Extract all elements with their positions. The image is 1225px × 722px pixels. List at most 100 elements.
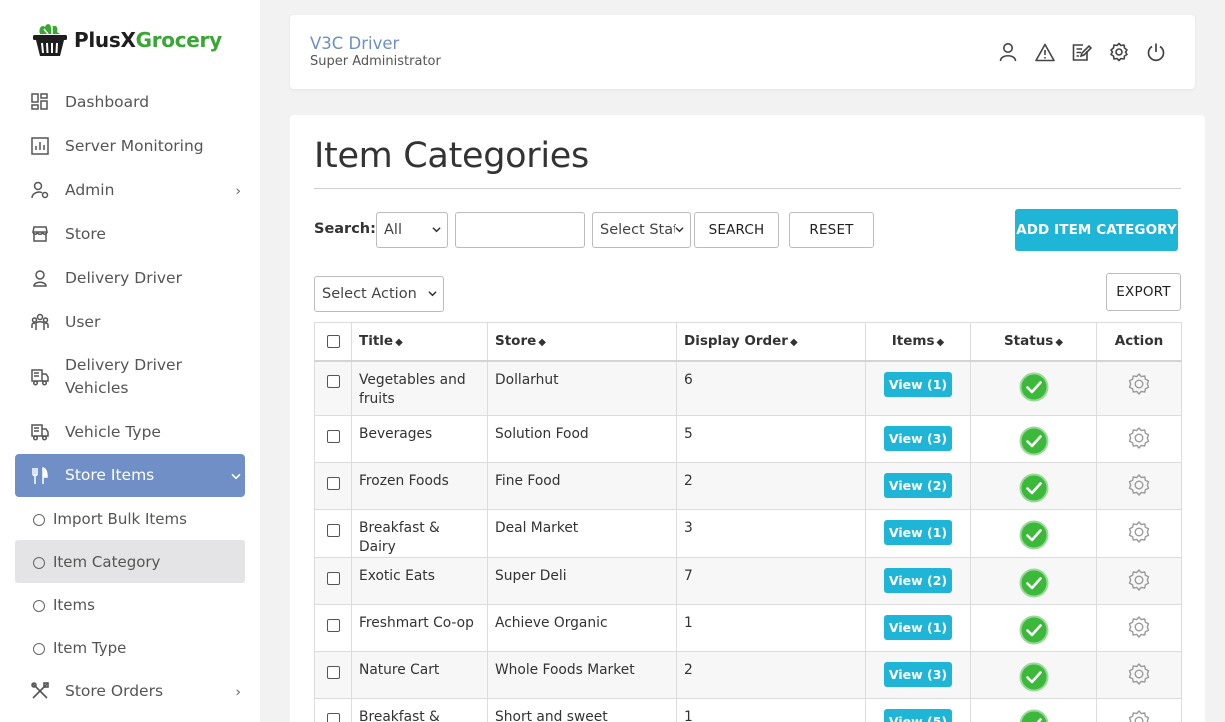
sidebar-subitem-items[interactable]: Items (15, 583, 245, 626)
sidebar: PlusXGrocery Dashboard Server Monitoring… (0, 0, 260, 722)
sidebar-subitem-item-type[interactable]: Item Type (15, 626, 245, 669)
check-circle-icon[interactable] (1019, 473, 1049, 503)
status-cell (970, 462, 1097, 510)
gear-icon[interactable] (1126, 662, 1152, 688)
sidebar-item-dashboard[interactable]: Dashboard (15, 80, 245, 124)
row-checkbox[interactable] (326, 571, 340, 585)
circle-icon (33, 556, 45, 569)
sidebar-item-store[interactable]: Store (15, 212, 245, 256)
status-select[interactable]: Select Stat (592, 212, 691, 248)
view-items-button[interactable]: View (5) (883, 709, 953, 722)
column-header-status[interactable]: Status ◆ (970, 322, 1097, 362)
row-checkbox[interactable] (326, 429, 340, 443)
sidebar-item-user[interactable]: User (15, 300, 245, 344)
row-checkbox[interactable] (326, 523, 340, 537)
circle-icon (33, 642, 45, 655)
main-content: Item Categories Search: All Select Stat … (290, 115, 1205, 722)
store-icon (30, 224, 50, 244)
bulk-action-select[interactable]: Select Action (314, 276, 444, 312)
row-checkbox-cell (314, 509, 352, 558)
settings-icon[interactable] (1108, 41, 1130, 63)
view-items-button[interactable]: View (1) (883, 371, 953, 397)
check-circle-icon[interactable] (1019, 568, 1049, 598)
power-icon[interactable] (1145, 41, 1167, 63)
view-items-button[interactable]: View (1) (883, 520, 953, 545)
profile-icon[interactable] (997, 41, 1019, 63)
search-button[interactable]: SEARCH (694, 212, 779, 248)
column-header-action: Action (1096, 322, 1182, 362)
reset-button[interactable]: RESET (789, 212, 874, 248)
column-header-title[interactable]: Title ◆ (351, 322, 488, 362)
store-cell: Achieve Organic (487, 604, 677, 652)
display-order-cell: 2 (676, 651, 866, 699)
view-items-button[interactable]: View (3) (883, 662, 953, 687)
sidebar-item-delivery-driver[interactable]: Delivery Driver (15, 256, 245, 300)
export-button[interactable]: EXPORT (1106, 273, 1181, 311)
action-cell (1096, 462, 1182, 510)
gear-icon[interactable] (1126, 709, 1152, 722)
view-items-button[interactable]: View (1) (883, 615, 953, 640)
view-items-button[interactable]: View (3) (883, 426, 953, 451)
items-cell: View (1) (865, 509, 971, 558)
title-cell: Vegetables and fruits (351, 360, 488, 416)
check-circle-icon[interactable] (1019, 709, 1049, 722)
gear-icon[interactable] (1126, 372, 1152, 398)
items-cell: View (2) (865, 462, 971, 510)
row-checkbox[interactable] (326, 375, 340, 388)
chevron-right-icon: › (235, 183, 241, 200)
sidebar-item-admin[interactable]: Admin › (15, 168, 245, 212)
status-cell (970, 415, 1097, 463)
sort-icon: ◆ (1055, 337, 1064, 349)
select-all-checkbox[interactable] (326, 334, 340, 348)
sidebar-item-store-orders[interactable]: Store Orders › (15, 669, 245, 713)
table-row: Beverages Solution Food 5 View (3) (314, 415, 1182, 463)
row-checkbox-cell (314, 360, 352, 416)
brand-name: PlusXGrocery (74, 28, 222, 52)
sidebar-subitem-import-bulk-items[interactable]: Import Bulk Items (15, 497, 245, 540)
sidebar-item-vehicle-type[interactable]: Vehicle Type (15, 410, 245, 454)
add-item-category-button[interactable]: ADD ITEM CATEGORY (1015, 209, 1178, 251)
truck-icon (30, 367, 50, 387)
search-label: Search: (314, 221, 376, 237)
action-cell (1096, 557, 1182, 605)
sidebar-subitem-item-category[interactable]: Item Category (15, 540, 245, 583)
row-checkbox[interactable] (326, 618, 340, 632)
sidebar-item-server-monitoring[interactable]: Server Monitoring (15, 124, 245, 168)
column-header-label: Action (1114, 333, 1164, 350)
gear-icon[interactable] (1126, 520, 1152, 546)
check-circle-icon[interactable] (1019, 662, 1049, 692)
circle-icon (33, 513, 45, 526)
brand-logo[interactable]: PlusXGrocery (30, 20, 222, 60)
column-header-items[interactable]: Items ◆ (865, 322, 971, 362)
column-header-store[interactable]: Store ◆ (487, 322, 677, 362)
gear-icon[interactable] (1126, 473, 1152, 499)
sidebar-item-delivery-driver-vehicles[interactable]: Delivery Driver Vehicles (15, 344, 245, 410)
gear-icon[interactable] (1126, 568, 1152, 594)
chevron-down-icon (428, 291, 437, 297)
check-circle-icon[interactable] (1019, 372, 1049, 402)
row-checkbox[interactable] (326, 476, 340, 490)
gear-icon[interactable] (1126, 426, 1152, 452)
sidebar-subitem-label: Import Bulk Items (53, 509, 187, 528)
gear-icon[interactable] (1126, 615, 1152, 641)
row-checkbox[interactable] (326, 665, 340, 679)
sidebar-item-store-items[interactable]: Store Items (15, 454, 245, 497)
warning-icon[interactable] (1034, 41, 1056, 63)
view-items-button[interactable]: View (2) (883, 568, 953, 593)
view-items-button[interactable]: View (2) (883, 473, 953, 498)
column-header-display-order[interactable]: Display Order ◆ (676, 322, 866, 362)
check-circle-icon[interactable] (1019, 426, 1049, 456)
search-input[interactable] (455, 212, 585, 248)
row-checkbox-cell (314, 415, 352, 463)
search-scope-select[interactable]: All (376, 212, 448, 248)
check-circle-icon[interactable] (1019, 520, 1049, 550)
check-circle-icon[interactable] (1019, 615, 1049, 645)
sidebar-subitem-label: Item Type (53, 638, 127, 657)
edit-note-icon[interactable] (1071, 41, 1093, 63)
store-cell: Whole Foods Market (487, 651, 677, 699)
row-checkbox[interactable] (326, 712, 340, 722)
table-row: Breakfast & Dairy Short and sweet 1 View… (314, 698, 1182, 722)
display-order-cell: 1 (676, 604, 866, 652)
title-cell: Breakfast & Dairy (351, 509, 488, 558)
sort-icon: ◆ (538, 337, 546, 349)
